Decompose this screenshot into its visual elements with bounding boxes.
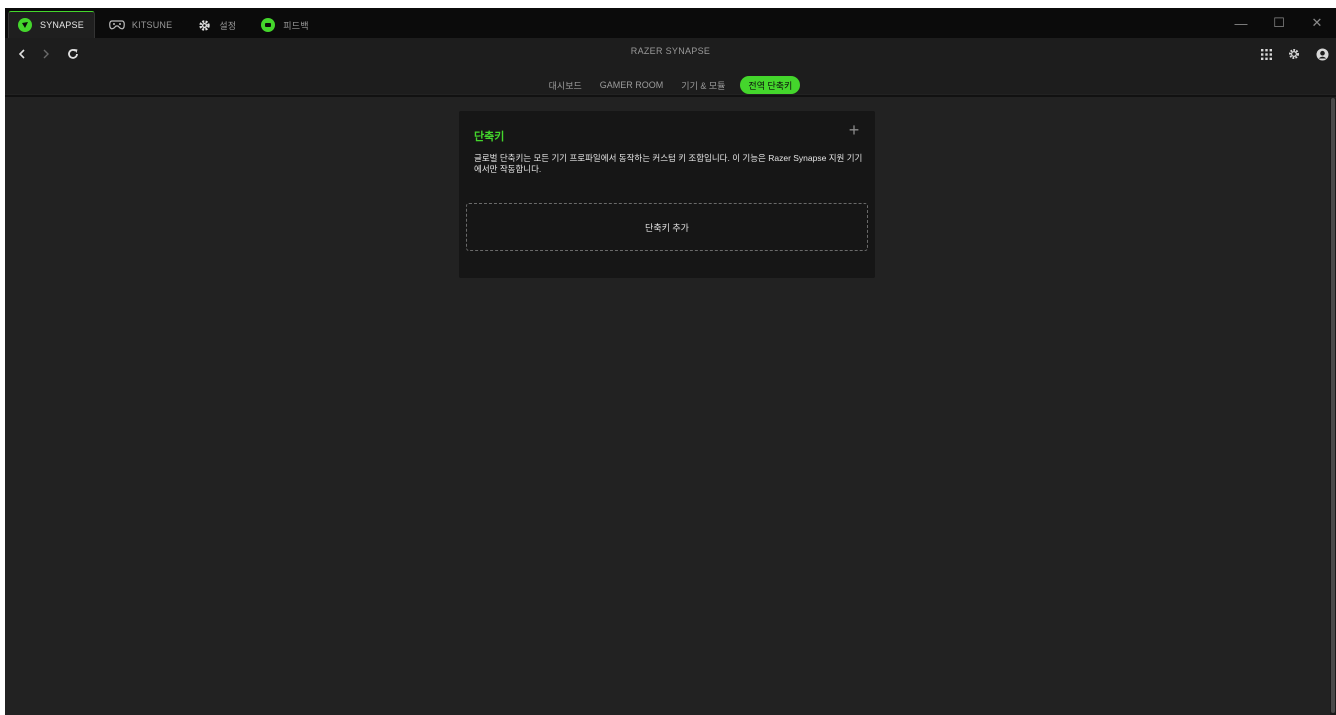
maximize-button[interactable]: ☐ bbox=[1260, 8, 1298, 38]
add-shortcut-label: 단축키 추가 bbox=[645, 222, 689, 233]
scrollbar-thumb[interactable] bbox=[1331, 98, 1335, 713]
subnav-global-shortcuts[interactable]: 전역 단축키 bbox=[740, 76, 801, 94]
add-shortcut-button[interactable]: 단축키 추가 bbox=[466, 203, 868, 251]
header-divider bbox=[5, 95, 1336, 97]
tab-label: KITSUNE bbox=[131, 20, 173, 30]
tab-feedback[interactable]: 피드백 bbox=[252, 12, 318, 38]
app-title: RAZER SYNAPSE bbox=[630, 46, 711, 56]
user-avatar-icon[interactable] bbox=[1308, 42, 1336, 66]
tab-label: 피드백 bbox=[283, 20, 309, 31]
chat-icon bbox=[260, 17, 276, 33]
scrollbar[interactable] bbox=[1330, 98, 1336, 715]
close-button[interactable]: ✕ bbox=[1298, 8, 1336, 38]
card-title: 단축키 bbox=[474, 131, 505, 143]
card-description: 글로벌 단축키는 모든 기기 프로파일에서 동작하는 커스텀 키 조합입니다. … bbox=[474, 153, 863, 174]
add-shortcut-plus-button[interactable]: + bbox=[845, 121, 863, 139]
nav-row: RAZER SYNAPSE 대시보드 GAMER ROOM 기기 & 모듈 전역… bbox=[5, 38, 1336, 94]
sub-navigation: 대시보드 GAMER ROOM 기기 & 모듈 전역 단축키 bbox=[5, 76, 1336, 94]
shortcuts-card: 단축키 + 글로벌 단축키는 모든 기기 프로파일에서 동작하는 커스텀 키 조… bbox=[459, 111, 875, 278]
subnav-devices-modules[interactable]: 기기 & 모듈 bbox=[673, 76, 733, 94]
subnav-dashboard[interactable]: 대시보드 bbox=[541, 76, 590, 94]
apps-grid-icon[interactable] bbox=[1252, 42, 1280, 66]
gamepad-icon bbox=[109, 17, 125, 33]
tab-synapse[interactable]: SYNAPSE bbox=[8, 11, 95, 38]
header-actions bbox=[1252, 42, 1336, 66]
window-controls: — ☐ ✕ bbox=[1222, 8, 1336, 38]
tab-label: 설정 bbox=[219, 20, 237, 31]
tab-settings[interactable]: 설정 bbox=[188, 12, 246, 38]
minimize-button[interactable]: — bbox=[1222, 8, 1260, 38]
app-window: SYNAPSE KITSUNE 설정 피드백 — ☐ ✕ RAZER SYNAP… bbox=[5, 8, 1336, 715]
gear-icon bbox=[196, 17, 212, 33]
tab-label: SYNAPSE bbox=[40, 20, 84, 30]
settings-gear-icon[interactable] bbox=[1280, 42, 1308, 66]
tab-kitsune[interactable]: KITSUNE bbox=[101, 12, 182, 38]
synapse-icon bbox=[17, 17, 33, 33]
tab-bar: SYNAPSE KITSUNE 설정 피드백 — ☐ ✕ bbox=[5, 8, 1336, 38]
subnav-gamer-room[interactable]: GAMER ROOM bbox=[592, 76, 672, 94]
